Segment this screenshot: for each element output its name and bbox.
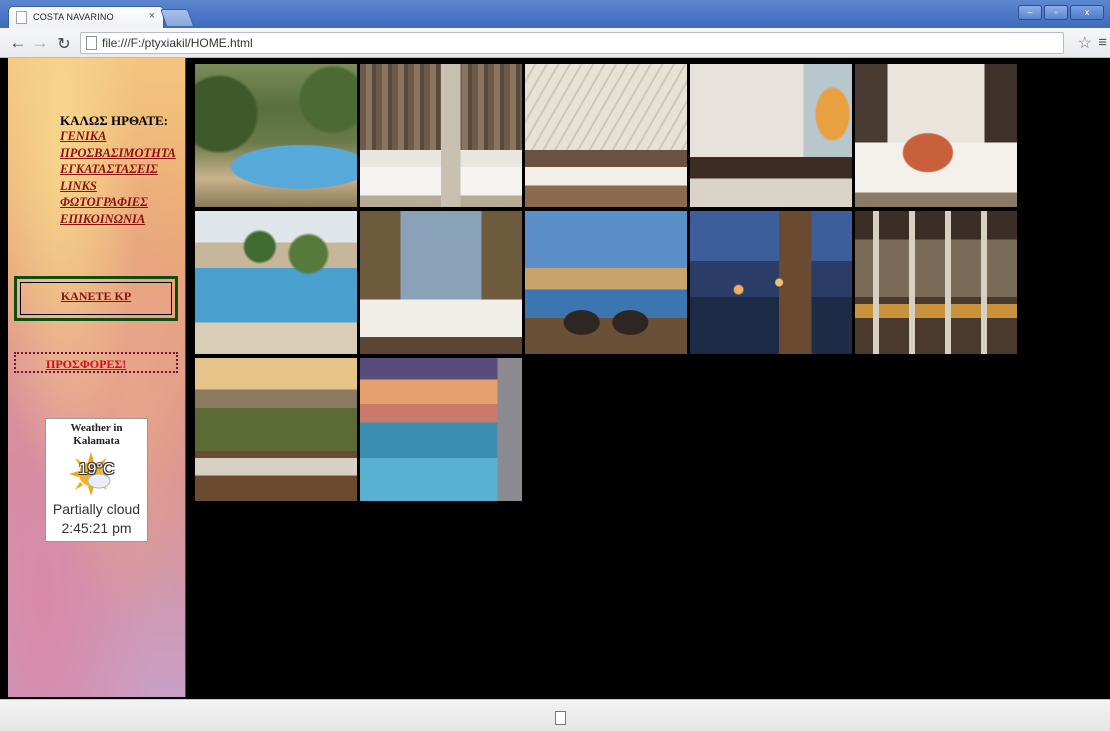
address-bar[interactable]: file:///F:/ptyxiakil/HOME.html: [80, 32, 1064, 54]
url-text[interactable]: file:///F:/ptyxiakil/HOME.html: [102, 36, 253, 50]
close-button[interactable]: x: [1070, 5, 1104, 20]
gallery-photo-marble-bathroom[interactable]: [360, 64, 522, 207]
offers-link[interactable]: ΠΡΟΣΦΟΡΕΣ!: [46, 357, 126, 372]
status-bar: [0, 699, 1110, 731]
nav-link-facilities[interactable]: ΕΓΚΑΤΑΣΤΑΣΕΙΣ: [60, 161, 176, 178]
gallery-photo-resort-pool-palms[interactable]: [195, 211, 357, 354]
back-arrow-icon[interactable]: ←: [8, 33, 28, 53]
reload-icon[interactable]: ↻: [54, 34, 74, 54]
browser-toolbar: ← → ↻ file:///F:/ptyxiakil/HOME.html ☆ ≡: [0, 28, 1110, 58]
gallery-photo-stone-bar-hall[interactable]: [855, 211, 1017, 354]
gallery-photo-lounge-chair-room[interactable]: [690, 64, 852, 207]
new-tab-button[interactable]: [159, 9, 195, 26]
nav-link-photos[interactable]: ΦΩΤΟΓΡΑΦΙΕΣ: [60, 194, 176, 211]
file-icon: [86, 36, 97, 50]
window-controls: – ▫ x: [1018, 5, 1104, 20]
tab-title: COSTA NAVARINO: [33, 12, 114, 22]
weather-condition: Partially cloud: [52, 501, 141, 517]
restore-button[interactable]: ▫: [1044, 5, 1068, 20]
gallery-photo-olive-garden-pool[interactable]: [195, 64, 357, 207]
window-titlebar: COSTA NAVARINO × – ▫ x: [0, 0, 1110, 28]
booking-link[interactable]: ΚΑΝΕΤΕ ΚΡ: [17, 289, 175, 304]
weather-title: Weather in Kalamata: [70, 422, 123, 447]
welcome-heading: ΚΑΛΩΣ ΗΡΘΑΤΕ:: [60, 113, 168, 128]
page-icon: [16, 11, 27, 24]
gallery-photo-bed-with-pillows[interactable]: [855, 64, 1017, 207]
gallery-photo-vaulted-bedroom[interactable]: [525, 64, 687, 207]
weather-temperature: 19°C: [78, 461, 115, 478]
gallery-photo-sunset-terrace-lights[interactable]: [690, 211, 852, 354]
broken-image-icon: [555, 711, 566, 725]
gallery-photo-golf-terrace-sofa[interactable]: [195, 358, 357, 501]
browser-tab[interactable]: COSTA NAVARINO ×: [8, 6, 164, 28]
offers-box: ΠΡΟΣΦΟΡΕΣ!: [14, 352, 178, 373]
nav-link-general[interactable]: ΓΕΝΙΚΑ: [60, 128, 176, 145]
gallery-photo-suite-bed-sea-view[interactable]: [360, 211, 522, 354]
weather-time: 2:45:21 pm: [61, 520, 132, 536]
menu-icon[interactable]: ≡: [1098, 34, 1107, 51]
bookmark-star-icon[interactable]: ☆: [1078, 33, 1092, 53]
gallery-photo-sunset-infinity-pool[interactable]: [360, 358, 522, 501]
page-viewport: ΚΑΛΩΣ ΗΡΘΑΤΕ: ΓΕΝΙΚΑ ΠΡΟΣΒΑΣΙΜΟΤΗΤΑ ΕΓΚΑ…: [0, 58, 1110, 699]
tab-close-icon[interactable]: ×: [149, 10, 155, 22]
booking-box: ΚΑΝΕΤΕ ΚΡ: [14, 276, 178, 321]
nav-link-accessibility[interactable]: ΠΡΟΣΒΑΣΙΜΟΤΗΤΑ: [60, 145, 176, 162]
nav-link-contact[interactable]: ΕΠΙΚΟΙΝΩΝΙΑ: [60, 211, 176, 228]
nav-links: ΓΕΝΙΚΑ ΠΡΟΣΒΑΣΙΜΟΤΗΤΑ ΕΓΚΑΤΑΣΤΑΣΕΙΣ LINK…: [60, 128, 176, 227]
nav-link-links[interactable]: LINKS: [60, 178, 176, 195]
minimize-button[interactable]: –: [1018, 5, 1042, 20]
gallery-photo-infinity-pool-dusk[interactable]: [525, 211, 687, 354]
weather-widget[interactable]: Weather in Kalamata 19°C Partially cloud…: [45, 418, 148, 542]
forward-arrow-icon[interactable]: →: [30, 33, 50, 53]
sidebar: ΚΑΛΩΣ ΗΡΘΑΤΕ: ΓΕΝΙΚΑ ΠΡΟΣΒΑΣΙΜΟΤΗΤΑ ΕΓΚΑ…: [8, 58, 186, 697]
